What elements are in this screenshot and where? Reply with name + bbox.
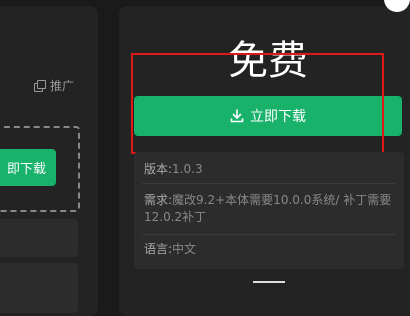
left-info-card [0, 219, 78, 257]
requirement-value: 魔改9.2+本体需要10.0.0系统/ 补丁需要12.0.2补丁 [144, 193, 392, 224]
language-row: 语言:中文 [144, 241, 196, 258]
info-card: 版本:1.0.3 需求:魔改9.2+本体需要10.0.0系统/ 补丁需要12.0… [134, 152, 404, 269]
divider [142, 234, 396, 235]
copy-icon [34, 79, 46, 92]
download-label: 立即下载 [250, 109, 306, 125]
download-button[interactable]: 立即下载 [134, 96, 402, 136]
version-key: 版本: [144, 162, 173, 176]
version-row: 版本:1.0.3 [144, 161, 203, 178]
divider [142, 183, 396, 184]
download-icon [230, 109, 244, 123]
version-value: 1.0.3 [172, 162, 203, 176]
left-download-button[interactable]: 即下载 [0, 149, 56, 186]
language-key: 语言: [144, 242, 173, 256]
language-value: 中文 [172, 242, 197, 256]
promote-label: 推广 [50, 79, 75, 93]
promote-link[interactable]: 推广 [34, 77, 74, 94]
requirement-row: 需求:魔改9.2+本体需要10.0.0系统/ 补丁需要12.0.2补丁 [144, 192, 394, 226]
left-info-card-2 [0, 263, 78, 313]
scroll-indicator [253, 281, 285, 283]
requirement-key: 需求: [144, 193, 173, 207]
price-label: 免费 [228, 38, 308, 84]
